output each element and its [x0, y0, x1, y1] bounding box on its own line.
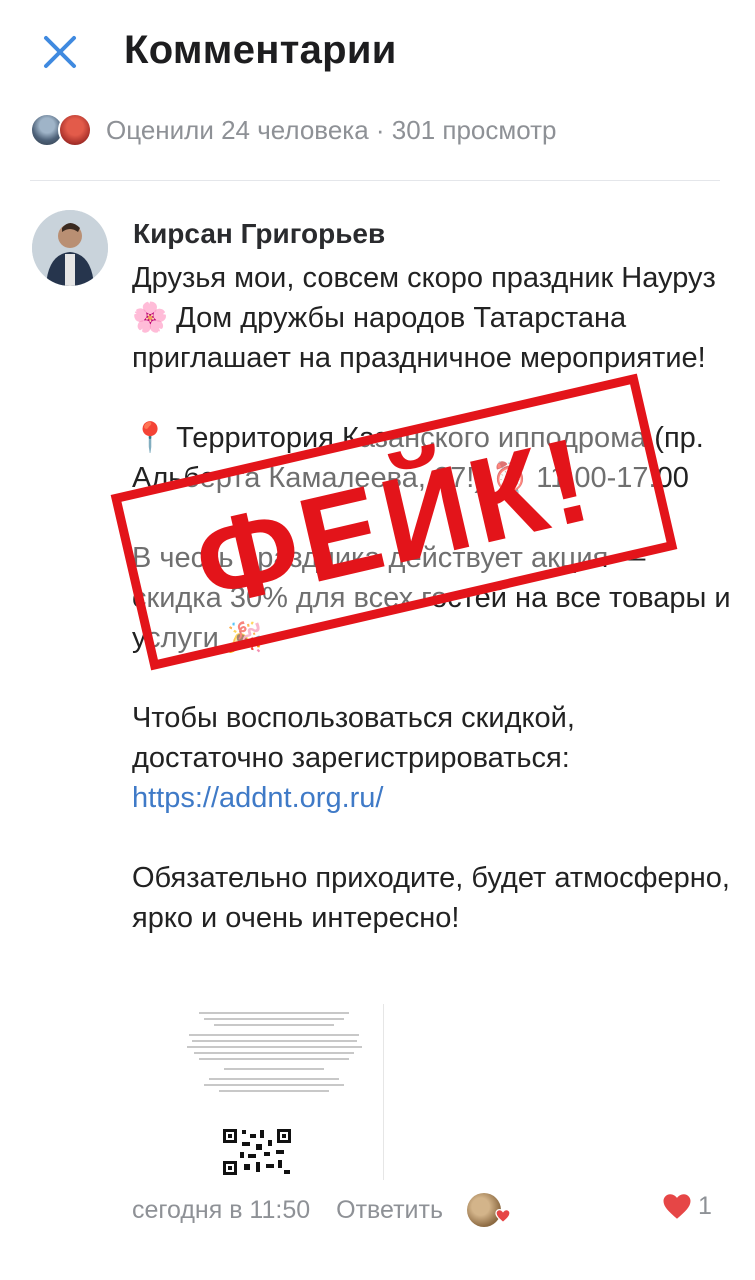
header-bar: Комментарии [0, 0, 755, 100]
divider [30, 180, 720, 181]
attached-flyer-image[interactable] [172, 1004, 384, 1180]
liker-avatar [58, 113, 92, 147]
comment-paragraph: Друзья мои, совсем скоро праздник Науруз… [132, 262, 716, 374]
comment-author[interactable]: Кирсан Григорьев [133, 218, 385, 250]
close-button[interactable] [38, 30, 82, 74]
close-icon [44, 36, 76, 68]
page-title: Комментарии [124, 28, 397, 72]
author-avatar[interactable] [32, 210, 108, 286]
comment-footer: сегодня в 11:50 Ответить 1 [132, 1190, 732, 1230]
person-photo-icon [32, 210, 108, 286]
like-button[interactable]: 1 [662, 1192, 712, 1221]
likes-views-text: Оценили 24 человека · 301 просмотр [106, 114, 557, 145]
reply-button[interactable]: Ответить [336, 1196, 443, 1225]
closing-text: Обязательно приходите, будет атмосферно,… [132, 862, 730, 934]
heart-icon [663, 1194, 691, 1219]
likes-summary[interactable]: Оценили 24 человека · 301 просмотр [30, 106, 557, 154]
register-text: Чтобы воспользоваться скидкой, достаточн… [132, 702, 575, 774]
like-count: 1 [698, 1192, 712, 1220]
register-block: Чтобы воспользоваться скидкой, достаточн… [132, 698, 732, 818]
reactor-avatar[interactable] [467, 1193, 511, 1227]
heart-icon [495, 1209, 511, 1223]
qr-code-icon [222, 1128, 292, 1176]
comment-timestamp: сегодня в 11:50 [132, 1195, 311, 1224]
flyer-text-lines [176, 1008, 372, 1096]
registration-link[interactable]: https://addnt.org.ru/ [132, 782, 383, 814]
